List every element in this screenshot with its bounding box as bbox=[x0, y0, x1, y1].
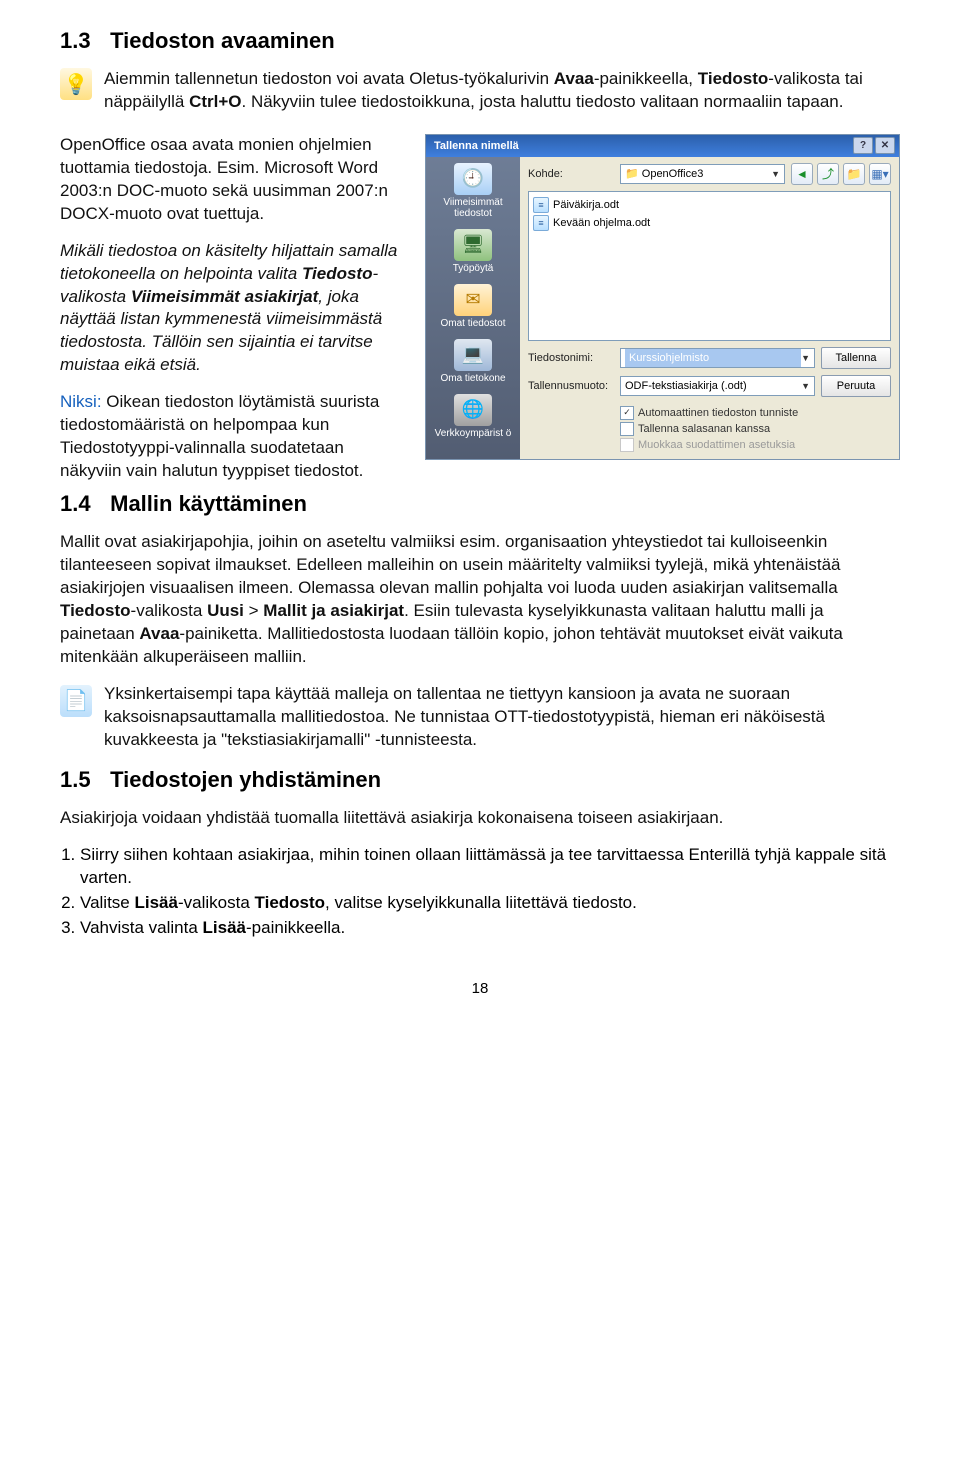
filter-settings-checkbox: Muokkaa suodattimen asetuksia bbox=[620, 437, 815, 453]
places-sidebar: 🕘Viimeisimmät tiedostot 🖥Työpöytä ✉Omat … bbox=[426, 157, 520, 459]
save-as-dialog: Tallenna nimellä ? ✕ 🕘Viimeisimmät tiedo… bbox=[425, 134, 900, 460]
section13-p2: OpenOffice osaa avata monien ohjelmien t… bbox=[60, 134, 405, 226]
network-icon: 🌐 bbox=[454, 394, 492, 426]
dialog-titlebar[interactable]: Tallenna nimellä ? ✕ bbox=[426, 135, 899, 157]
view-button[interactable]: ▦▾ bbox=[869, 163, 891, 185]
documents-icon: ✉ bbox=[454, 284, 492, 316]
chevron-down-icon: ▼ bbox=[801, 353, 810, 363]
section13-niksi: Niksi: Oikean tiedoston löytämistä suuri… bbox=[60, 391, 405, 483]
step-2: Valitse Lisää-valikosta Tiedosto, valits… bbox=[80, 892, 900, 915]
step-1: Siirry siihen kohtaan asiakirjaa, mihin … bbox=[80, 844, 900, 890]
filetype-label: Tallennusmuoto: bbox=[528, 380, 614, 392]
filetype-combobox[interactable]: ODF-tekstiasiakirja (.odt) ▼ bbox=[620, 376, 815, 396]
target-combobox[interactable]: 📁 OpenOffice3 ▼ bbox=[620, 164, 785, 184]
sidebar-item-net[interactable]: 🌐Verkkoympärist ö bbox=[430, 394, 516, 439]
lightbulb-icon: 💡 bbox=[60, 68, 92, 100]
list-item[interactable]: ≡Kevään ohjelma.odt bbox=[533, 214, 886, 232]
section14-p1: Mallit ovat asiakirjapohjia, joihin on a… bbox=[60, 531, 900, 669]
section13-p3: Mikäli tiedostoa on käsitelty hiljattain… bbox=[60, 240, 405, 378]
up-button[interactable]: ⤴ bbox=[817, 163, 839, 185]
odt-file-icon: ≡ bbox=[533, 197, 549, 213]
auto-extension-checkbox[interactable]: ✓Automaattinen tiedoston tunniste bbox=[620, 405, 815, 421]
file-list[interactable]: ≡Päiväkirja.odt ≡Kevään ohjelma.odt bbox=[528, 191, 891, 341]
page-number: 18 bbox=[60, 980, 900, 997]
section15-steps: Siirry siihen kohtaan asiakirjaa, mihin … bbox=[80, 844, 900, 940]
password-checkbox[interactable]: Tallenna salasanan kanssa bbox=[620, 421, 815, 437]
close-icon[interactable]: ✕ bbox=[875, 137, 895, 154]
section15-intro: Asiakirjoja voidaan yhdistää tuomalla li… bbox=[60, 807, 900, 830]
heading-1-5: 1.5 Tiedostojen yhdistäminen bbox=[60, 767, 900, 793]
cancel-button[interactable]: Peruuta bbox=[821, 375, 891, 397]
computer-icon: 💻 bbox=[454, 339, 492, 371]
step-3: Vahvista valinta Lisää-painikkeella. bbox=[80, 917, 900, 940]
help-icon[interactable]: ? bbox=[853, 137, 873, 154]
heading-1-4: 1.4 Mallin käyttäminen bbox=[60, 491, 900, 517]
document-icon: 📄 bbox=[60, 685, 92, 717]
filename-input[interactable]: Kurssiohjelmisto ▼ bbox=[620, 348, 815, 368]
odt-file-icon: ≡ bbox=[533, 215, 549, 231]
desktop-icon: 🖥 bbox=[454, 229, 492, 261]
sidebar-item-recent[interactable]: 🕘Viimeisimmät tiedostot bbox=[430, 163, 516, 219]
sidebar-item-own[interactable]: ✉Omat tiedostot bbox=[430, 284, 516, 329]
section14-tip: Yksinkertaisempi tapa käyttää malleja on… bbox=[104, 683, 900, 752]
recent-icon: 🕘 bbox=[454, 163, 492, 195]
heading-1-3: 1.3 Tiedoston avaaminen bbox=[60, 28, 900, 54]
sidebar-item-pc[interactable]: 💻Oma tietokone bbox=[430, 339, 516, 384]
back-button[interactable]: ◄ bbox=[791, 163, 813, 185]
chevron-down-icon: ▼ bbox=[771, 169, 780, 179]
sidebar-item-desktop[interactable]: 🖥Työpöytä bbox=[430, 229, 516, 274]
chevron-down-icon: ▼ bbox=[801, 381, 810, 391]
filename-label: Tiedostonimi: bbox=[528, 352, 614, 364]
section13-intro: Aiemmin tallennetun tiedoston voi avata … bbox=[104, 68, 900, 114]
target-label: Kohde: bbox=[528, 168, 614, 180]
list-item[interactable]: ≡Päiväkirja.odt bbox=[533, 196, 886, 214]
save-button[interactable]: Tallenna bbox=[821, 347, 891, 369]
new-folder-button[interactable]: 📁 bbox=[843, 163, 865, 185]
